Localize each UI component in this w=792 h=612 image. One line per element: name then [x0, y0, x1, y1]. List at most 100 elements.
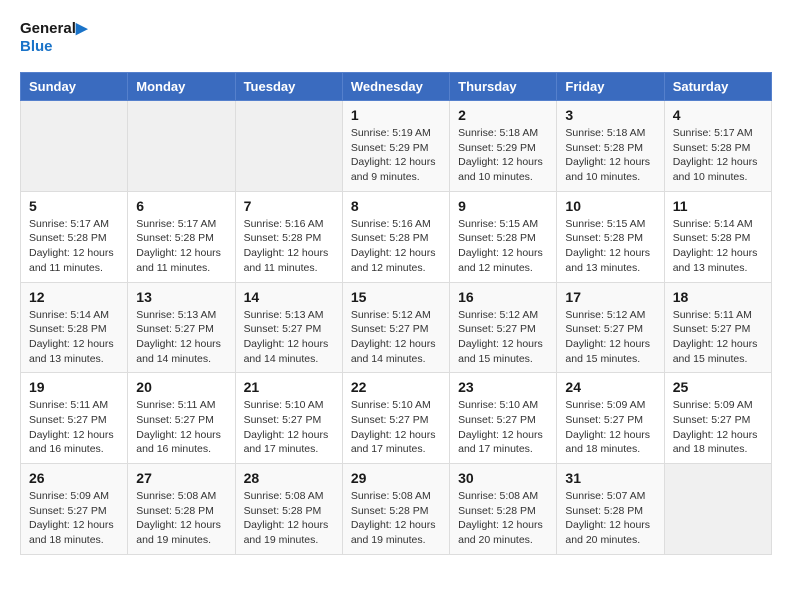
day-number: 17 — [565, 289, 655, 305]
calendar-cell — [664, 464, 771, 555]
day-number: 27 — [136, 470, 226, 486]
day-info: Sunrise: 5:11 AM Sunset: 5:27 PM Dayligh… — [29, 398, 119, 457]
day-info: Sunrise: 5:10 AM Sunset: 5:27 PM Dayligh… — [351, 398, 441, 457]
day-info: Sunrise: 5:08 AM Sunset: 5:28 PM Dayligh… — [136, 489, 226, 548]
day-info: Sunrise: 5:17 AM Sunset: 5:28 PM Dayligh… — [29, 217, 119, 276]
weekday-header-saturday: Saturday — [664, 73, 771, 101]
weekday-header-sunday: Sunday — [21, 73, 128, 101]
calendar-cell: 4Sunrise: 5:17 AM Sunset: 5:28 PM Daylig… — [664, 101, 771, 192]
day-number: 25 — [673, 379, 763, 395]
calendar-cell: 21 Sunrise: 5:10 AM Sunset: 5:27 PM Dayli… — [235, 373, 342, 464]
day-info: Sunrise: 5:11 AM Sunset: 5:27 PM Dayligh… — [673, 308, 763, 367]
page-header: General▶ Blue — [20, 20, 772, 56]
calendar-cell: 12 Sunrise: 5:14 AM Sunset: 5:28 PM Dayli… — [21, 282, 128, 373]
day-info: Sunrise: 5:15 AM Sunset: 5:28 PM Dayligh… — [458, 217, 548, 276]
calendar-cell: 1 Sunrise: 5:19 AM Sunset: 5:29 PM Daylig… — [342, 101, 449, 192]
day-info: Sunrise: 5:14 AM Sunset: 5:28 PM Dayligh… — [29, 308, 119, 367]
day-number: 22 — [351, 379, 441, 395]
calendar-cell: 26 Sunrise: 5:09 AM Sunset: 5:27 PM Dayli… — [21, 464, 128, 555]
logo-text: General▶ Blue — [20, 20, 87, 56]
day-number: 3 — [565, 107, 655, 123]
day-info: Sunrise: 5:16 AM Sunset: 5:28 PM Dayligh… — [351, 217, 441, 276]
day-number: 2 — [458, 107, 548, 123]
day-number: 18 — [673, 289, 763, 305]
week-row-5: 26 Sunrise: 5:09 AM Sunset: 5:27 PM Dayli… — [21, 464, 772, 555]
day-number: 19 — [29, 379, 119, 395]
calendar-cell: 14 Sunrise: 5:13 AM Sunset: 5:27 PM Dayli… — [235, 282, 342, 373]
calendar-cell: 15 Sunrise: 5:12 AM Sunset: 5:27 PM Dayli… — [342, 282, 449, 373]
day-number: 30 — [458, 470, 548, 486]
day-number: 26 — [29, 470, 119, 486]
weekday-header-thursday: Thursday — [450, 73, 557, 101]
day-number: 1 — [351, 107, 441, 123]
day-info: Sunrise: 5:13 AM Sunset: 5:27 PM Dayligh… — [136, 308, 226, 367]
calendar-cell: 11 Sunrise: 5:14 AM Sunset: 5:28 PM Dayli… — [664, 191, 771, 282]
day-number: 23 — [458, 379, 548, 395]
day-info: Sunrise: 5:09 AM Sunset: 5:27 PM Dayligh… — [673, 398, 763, 457]
calendar-cell: 7Sunrise: 5:16 AM Sunset: 5:28 PM Daylig… — [235, 191, 342, 282]
week-row-4: 19 Sunrise: 5:11 AM Sunset: 5:27 PM Dayli… — [21, 373, 772, 464]
day-number: 5 — [29, 198, 119, 214]
calendar-cell: 19 Sunrise: 5:11 AM Sunset: 5:27 PM Dayli… — [21, 373, 128, 464]
day-number: 21 — [244, 379, 334, 395]
day-number: 6 — [136, 198, 226, 214]
day-number: 12 — [29, 289, 119, 305]
day-info: Sunrise: 5:16 AM Sunset: 5:28 PM Dayligh… — [244, 217, 334, 276]
calendar-cell: 22 Sunrise: 5:10 AM Sunset: 5:27 PM Dayli… — [342, 373, 449, 464]
day-info: Sunrise: 5:09 AM Sunset: 5:27 PM Dayligh… — [29, 489, 119, 548]
day-number: 9 — [458, 198, 548, 214]
day-info: Sunrise: 5:12 AM Sunset: 5:27 PM Dayligh… — [351, 308, 441, 367]
calendar-cell — [235, 101, 342, 192]
calendar-cell: 5 Sunrise: 5:17 AM Sunset: 5:28 PM Daylig… — [21, 191, 128, 282]
calendar-cell: 25 Sunrise: 5:09 AM Sunset: 5:27 PM Dayli… — [664, 373, 771, 464]
day-number: 24 — [565, 379, 655, 395]
calendar-cell: 16 Sunrise: 5:12 AM Sunset: 5:27 PM Dayli… — [450, 282, 557, 373]
day-number: 20 — [136, 379, 226, 395]
weekday-header-row: SundayMondayTuesdayWednesdayThursdayFrid… — [21, 73, 772, 101]
day-info: Sunrise: 5:19 AM Sunset: 5:29 PM Dayligh… — [351, 126, 441, 185]
calendar-cell: 18 Sunrise: 5:11 AM Sunset: 5:27 PM Dayli… — [664, 282, 771, 373]
day-number: 16 — [458, 289, 548, 305]
calendar-cell: 9 Sunrise: 5:15 AM Sunset: 5:28 PM Daylig… — [450, 191, 557, 282]
calendar-cell: 20Sunrise: 5:11 AM Sunset: 5:27 PM Dayli… — [128, 373, 235, 464]
week-row-1: 1 Sunrise: 5:19 AM Sunset: 5:29 PM Daylig… — [21, 101, 772, 192]
day-number: 31 — [565, 470, 655, 486]
calendar-cell: 28Sunrise: 5:08 AM Sunset: 5:28 PM Dayli… — [235, 464, 342, 555]
calendar-cell: 6 Sunrise: 5:17 AM Sunset: 5:28 PM Daylig… — [128, 191, 235, 282]
day-info: Sunrise: 5:17 AM Sunset: 5:28 PM Dayligh… — [136, 217, 226, 276]
calendar-cell — [128, 101, 235, 192]
day-number: 10 — [565, 198, 655, 214]
day-number: 11 — [673, 198, 763, 214]
calendar-cell: 10Sunrise: 5:15 AM Sunset: 5:28 PM Dayli… — [557, 191, 664, 282]
day-info: Sunrise: 5:09 AM Sunset: 5:27 PM Dayligh… — [565, 398, 655, 457]
calendar-cell: 24 Sunrise: 5:09 AM Sunset: 5:27 PM Dayli… — [557, 373, 664, 464]
day-info: Sunrise: 5:10 AM Sunset: 5:27 PM Dayligh… — [458, 398, 548, 457]
week-row-2: 5 Sunrise: 5:17 AM Sunset: 5:28 PM Daylig… — [21, 191, 772, 282]
day-info: Sunrise: 5:12 AM Sunset: 5:27 PM Dayligh… — [458, 308, 548, 367]
calendar-table: SundayMondayTuesdayWednesdayThursdayFrid… — [20, 72, 772, 555]
calendar-cell: 23 Sunrise: 5:10 AM Sunset: 5:27 PM Dayli… — [450, 373, 557, 464]
calendar-cell — [21, 101, 128, 192]
calendar-cell: 31 Sunrise: 5:07 AM Sunset: 5:28 PM Dayli… — [557, 464, 664, 555]
day-info: Sunrise: 5:13 AM Sunset: 5:27 PM Dayligh… — [244, 308, 334, 367]
day-info: Sunrise: 5:14 AM Sunset: 5:28 PM Dayligh… — [673, 217, 763, 276]
day-info: Sunrise: 5:08 AM Sunset: 5:28 PM Dayligh… — [458, 489, 548, 548]
day-info: Sunrise: 5:08 AM Sunset: 5:28 PM Dayligh… — [244, 489, 334, 548]
weekday-header-monday: Monday — [128, 73, 235, 101]
day-info: Sunrise: 5:18 AM Sunset: 5:29 PM Dayligh… — [458, 126, 548, 185]
calendar-cell: 29Sunrise: 5:08 AM Sunset: 5:28 PM Dayli… — [342, 464, 449, 555]
calendar-cell: 17Sunrise: 5:12 AM Sunset: 5:27 PM Dayli… — [557, 282, 664, 373]
calendar-cell: 2 Sunrise: 5:18 AM Sunset: 5:29 PM Daylig… — [450, 101, 557, 192]
day-info: Sunrise: 5:10 AM Sunset: 5:27 PM Dayligh… — [244, 398, 334, 457]
day-number: 13 — [136, 289, 226, 305]
day-info: Sunrise: 5:07 AM Sunset: 5:28 PM Dayligh… — [565, 489, 655, 548]
calendar-cell: 8 Sunrise: 5:16 AM Sunset: 5:28 PM Daylig… — [342, 191, 449, 282]
day-number: 15 — [351, 289, 441, 305]
day-number: 8 — [351, 198, 441, 214]
weekday-header-friday: Friday — [557, 73, 664, 101]
calendar-cell: 13 Sunrise: 5:13 AM Sunset: 5:27 PM Dayli… — [128, 282, 235, 373]
day-info: Sunrise: 5:08 AM Sunset: 5:28 PM Dayligh… — [351, 489, 441, 548]
day-number: 4 — [673, 107, 763, 123]
day-number: 14 — [244, 289, 334, 305]
day-info: Sunrise: 5:18 AM Sunset: 5:28 PM Dayligh… — [565, 126, 655, 185]
